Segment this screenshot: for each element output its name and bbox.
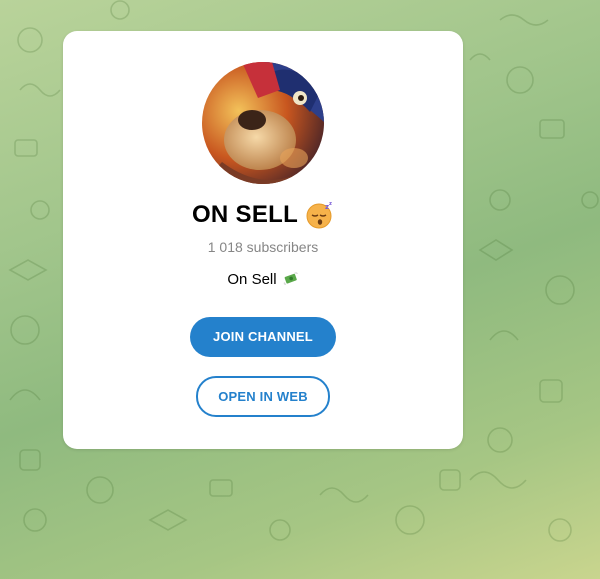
- channel-description-row: On Sell: [63, 270, 463, 288]
- svg-text:z: z: [329, 201, 332, 207]
- channel-title-row: ON SELL z z: [63, 201, 463, 229]
- channel-description: On Sell: [227, 271, 277, 288]
- open-in-web-button[interactable]: OPEN IN WEB: [196, 376, 330, 417]
- subscriber-count: 1 018 subscribers: [207, 239, 319, 255]
- join-channel-button[interactable]: JOIN CHANNEL: [190, 317, 336, 357]
- channel-title: ON SELL: [191, 201, 299, 228]
- channel-card: ON SELL z z 1 018 subscribers On Sell JO…: [63, 31, 463, 449]
- sleeping-face-icon: z z: [306, 201, 334, 229]
- channel-avatar: [202, 62, 324, 184]
- money-with-wings-icon: [283, 270, 299, 286]
